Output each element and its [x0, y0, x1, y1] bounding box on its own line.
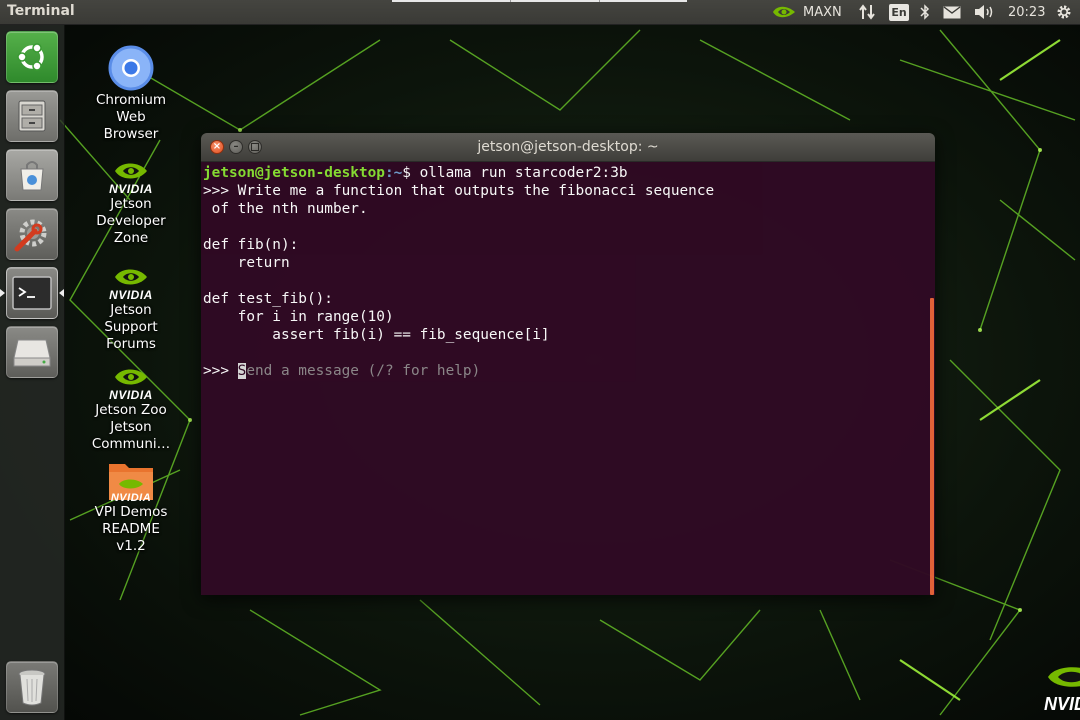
prompt-symbol: $ — [402, 165, 420, 181]
bluetooth-icon[interactable] — [916, 0, 934, 24]
launcher-running-indicator — [0, 289, 5, 297]
output-line: of the nth number. — [203, 201, 368, 217]
desktop-icon-label: VPI Demos README v1.2 — [94, 504, 168, 554]
prompt-path: :~ — [384, 165, 403, 181]
corner-nvidia-logo: NVID — [1040, 660, 1080, 720]
launcher-item-system-settings[interactable] — [6, 208, 58, 260]
terminal-output[interactable]: jetson@jetson-desktop:~$ ollama run star… — [203, 164, 714, 380]
output-line: assert fib(i) == fib_sequence[i] — [203, 327, 550, 343]
file-cabinet-icon — [18, 100, 46, 132]
launcher-item-files[interactable] — [6, 90, 58, 142]
volume-icon[interactable] — [972, 0, 998, 24]
wrench-gear-icon — [14, 219, 47, 252]
desktop-icon-jetson-zoo-community[interactable]: NVIDIA Jetson Zoo Jetson Communi… — [83, 366, 179, 453]
clock[interactable]: 20:23 — [1008, 0, 1045, 24]
terminal-body[interactable]: jetson@jetson-desktop:~$ ollama run star… — [201, 162, 935, 595]
window-title: jetson@jetson-desktop: ~ — [477, 139, 659, 155]
app-title: Terminal — [7, 3, 75, 19]
window-titlebar[interactable]: × – jetson@jetson-desktop: ~ — [201, 133, 935, 162]
launcher-focus-indicator — [59, 289, 64, 297]
network-arrows-icon[interactable] — [856, 0, 878, 24]
desktop-icon-chromium[interactable]: Chromium Web Browser — [83, 44, 179, 143]
desktop-icon-jetson-support-forums[interactable]: NVIDIA Jetson Support Forums — [83, 266, 179, 353]
nvidia-logo-icon: NVIDIA — [107, 366, 155, 402]
nvidia-logo-icon: NVIDIA — [107, 160, 155, 196]
keyboard-layout-badge[interactable]: En — [889, 4, 909, 21]
desktop-icon-label: Jetson Zoo Jetson Communi… — [91, 402, 171, 452]
output-line: >>> Write me a function that outputs the… — [203, 183, 715, 199]
trash-icon — [18, 669, 46, 706]
output-line: def fib(n): — [203, 237, 299, 253]
panel-strip — [392, 0, 687, 2]
desktop-icon-label: Jetson Support Forums — [104, 302, 158, 352]
command-text: ollama run starcoder2:3b — [419, 165, 628, 181]
desktop-icon-vpi-demos[interactable]: NVIDIA VPI Demos README v1.2 — [83, 458, 179, 555]
launcher-item-trash[interactable] — [6, 661, 58, 713]
top-panel: Terminal MAXN En 20:23 — [0, 0, 1080, 24]
mail-icon[interactable] — [940, 0, 964, 24]
terminal-window[interactable]: × – jetson@jetson-desktop: ~ jetson@jets… — [201, 133, 935, 595]
chromium-icon — [108, 45, 154, 91]
power-mode-indicator[interactable]: MAXN — [803, 0, 842, 24]
input-placeholder[interactable]: end a message (/? for help) — [246, 363, 480, 379]
shopping-bag-icon — [20, 161, 44, 191]
launcher-item-software-center[interactable] — [6, 149, 58, 201]
drive-icon — [13, 339, 51, 367]
folder-icon: NVIDIA — [107, 458, 155, 504]
prompt-user: jetson@jetson-desktop — [203, 165, 385, 181]
output-line: return — [203, 255, 290, 271]
input-prompt: >>> — [203, 363, 238, 379]
output-line: def test_fib(): — [203, 291, 333, 307]
launcher-item-terminal[interactable] — [6, 267, 58, 319]
launcher — [0, 24, 65, 720]
launcher-item-drive[interactable] — [6, 326, 58, 378]
desktop-icon-label: Jetson Developer Zone — [96, 196, 166, 246]
nvidia-logo-icon: NVIDIA — [107, 266, 155, 302]
desktop-icon-jetson-developer-zone[interactable]: NVIDIA Jetson Developer Zone — [83, 160, 179, 247]
gear-icon[interactable] — [1054, 0, 1074, 24]
output-line: for i in range(10) — [203, 309, 394, 325]
nvidia-icon[interactable] — [770, 0, 798, 24]
terminal-icon — [12, 276, 52, 310]
ubuntu-logo-icon — [17, 43, 44, 71]
desktop-icon-label: Chromium Web Browser — [95, 92, 167, 142]
launcher-item-ubuntu-dash[interactable] — [6, 31, 58, 83]
terminal-scrollbar[interactable] — [930, 298, 934, 595]
